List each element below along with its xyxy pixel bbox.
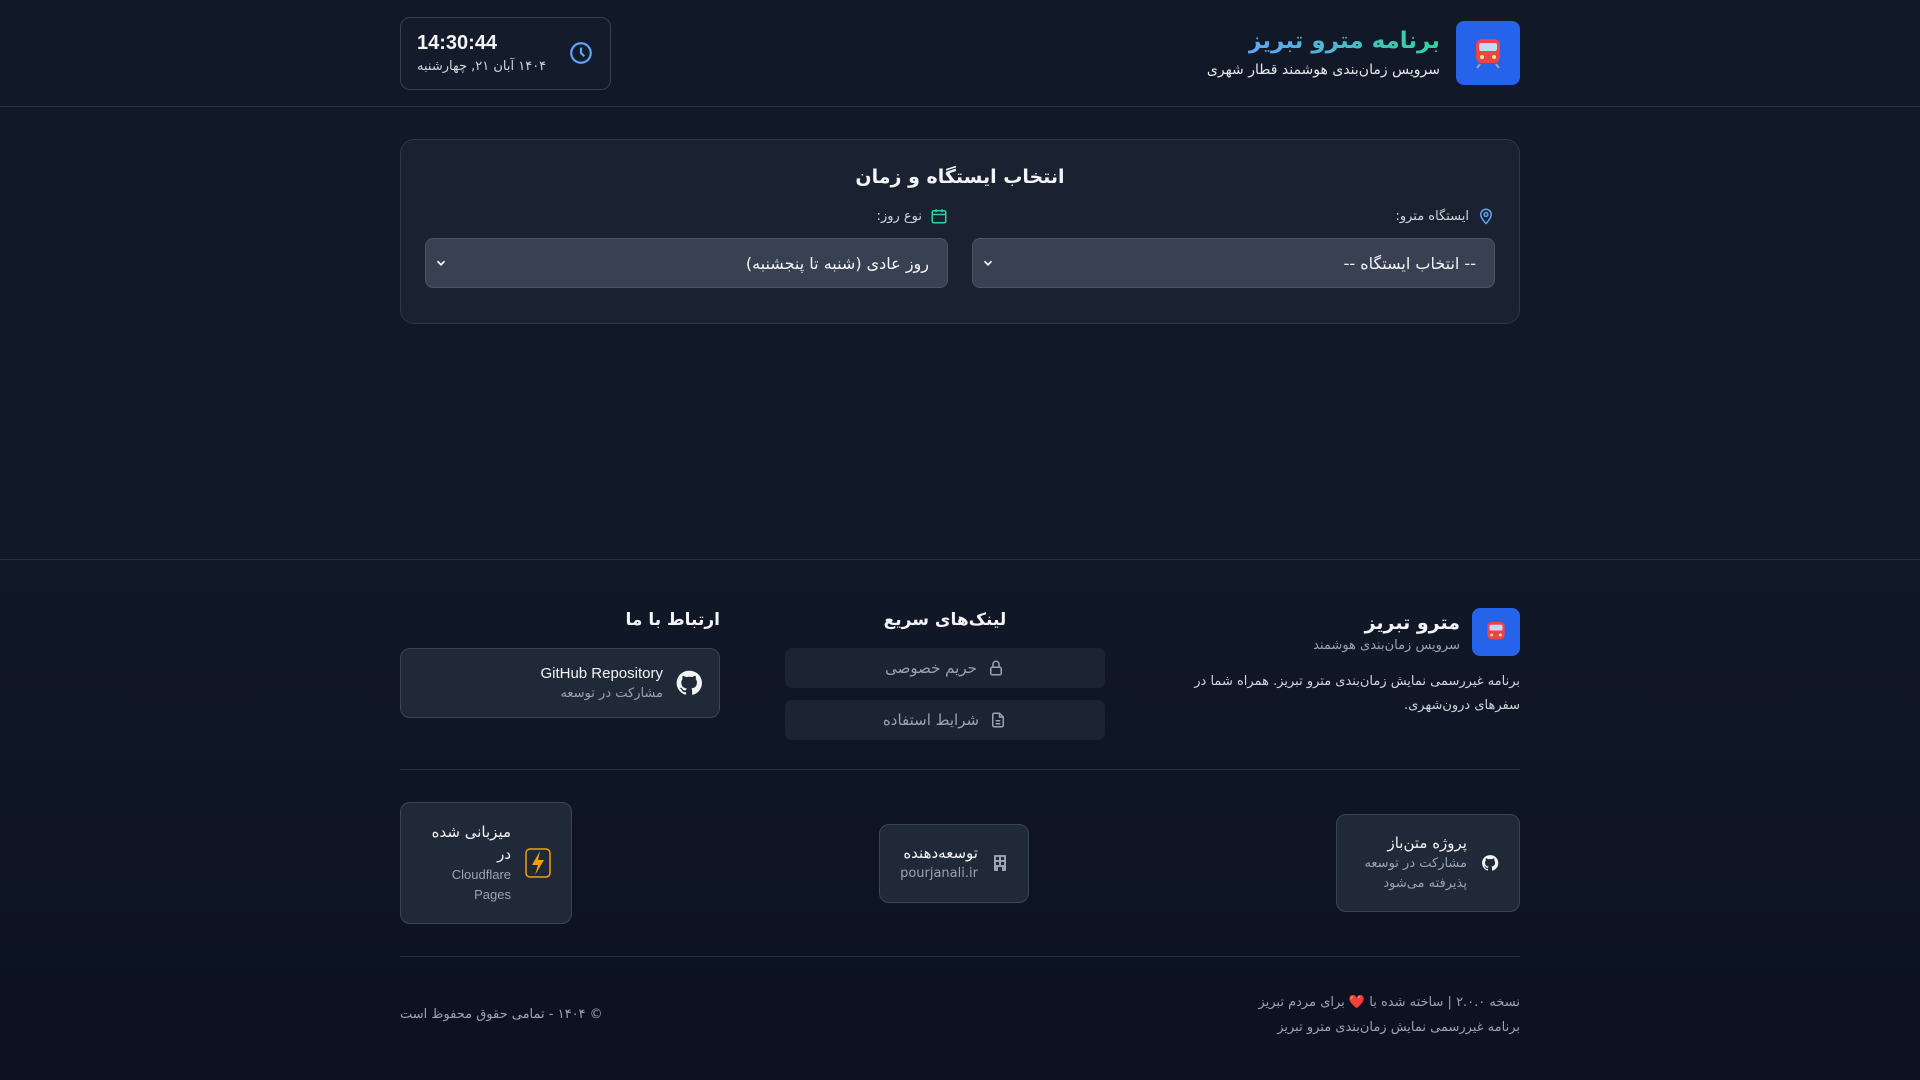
hosting-provider: Cloudflare Pages [451,867,512,902]
footer-quick-links: لینک‌های سریع حریم خصوصی شر [785,608,1105,769]
hosting-title: میزبانی شده در [431,823,512,863]
hosting-badge[interactable]: میزبانی شده در Cloudflare Pages [400,802,573,924]
clock-icon [568,40,594,66]
disclaimer-text: برنامه غیررسمی نمایش زمان‌بندی مترو تبری… [1277,1019,1520,1035]
developer-badge[interactable]: توسعه‌دهنده pourjanali.ir [879,823,1029,903]
day-type-select-value: روز عادی (شنبه تا پنجشنبه) [745,253,929,273]
clock-widget: 14:30:44 ۱۴۰۴ آبان ۲۱, چهارشنبه [400,16,611,90]
github-subtitle: مشارکت در توسعه [560,686,663,701]
footer-contact: ارتباط با ما GitHub Repository مشارکت در… [400,608,720,769]
app-subtitle: سرویس زمان‌بندی هوشمند قطار شهری [1206,62,1440,78]
version-info: نسخه ۲.۰.۰ | ساخته شده با ❤️ برای مردم ت… [1258,995,1520,1035]
main-content: انتخاب ایستگاه و زمان ایستگاه مترو: -- ا… [0,107,1920,560]
open-source-title: پروژه متن‌باز [1387,834,1467,852]
developer-title: توسعه‌دهنده [903,844,978,862]
day-type-select[interactable]: روز عادی (شنبه تا پنجشنبه) [425,238,948,288]
copyright: © ۱۴۰۴ - تمامی حقوق محفوظ است [400,1007,603,1022]
app-footer: مترو تبریز سرویس زمان‌بندی هوشمند برنامه… [0,560,1920,1080]
open-source-subtitle: مشارکت در توسعه پذیرفته می‌شود [1364,856,1467,891]
station-selector-card: انتخاب ایستگاه و زمان ایستگاه مترو: -- ا… [400,139,1520,324]
github-icon [1481,854,1499,872]
day-type-field: نوع روز: روز عادی (شنبه تا پنجشنبه) [425,206,948,288]
clock-date: ۱۴۰۴ آبان ۲۱, چهارشنبه [417,59,547,74]
chevron-down-icon [981,256,995,270]
github-repository-link[interactable]: GitHub Repository مشارکت در توسعه [400,648,720,718]
heart-icon: ❤️ [1348,994,1366,1010]
station-field: ایستگاه مترو: -- انتخاب ایستگاه -- [972,206,1495,288]
quick-links-title: لینک‌های سریع [883,610,1007,630]
github-icon [675,669,703,697]
day-type-label: نوع روز: [876,208,922,224]
app-title: برنامه مترو تبریز [1248,28,1440,54]
document-icon [989,711,1007,729]
station-label: ایستگاه مترو: [1395,208,1469,224]
version-suffix: برای مردم تبریز [1258,994,1345,1010]
lightning-icon [525,848,551,878]
train-icon [1472,608,1520,656]
calendar-icon [930,207,948,225]
privacy-link[interactable]: حریم خصوصی [785,648,1105,688]
selector-title: انتخاب ایستگاه و زمان [855,166,1065,188]
github-title: GitHub Repository [540,665,663,682]
footer-brand: مترو تبریز سرویس زمان‌بندی هوشمند برنامه… [1170,608,1520,769]
app-header: برنامه مترو تبریز سرویس زمان‌بندی هوشمند… [0,0,1920,107]
train-icon [1456,21,1520,85]
lock-icon [987,659,1005,677]
contact-title: ارتباط با ما [625,610,721,630]
station-select[interactable]: -- انتخاب ایستگاه -- [972,238,1495,288]
privacy-link-label: حریم خصوصی [885,659,977,677]
brand[interactable]: برنامه مترو تبریز سرویس زمان‌بندی هوشمند… [1207,21,1520,85]
terms-link[interactable]: شرایط استفاده [785,700,1105,740]
terms-link-label: شرایط استفاده [882,711,980,729]
clock-time: 14:30:44 [417,32,498,54]
version-text: نسخه ۲.۰.۰ | ساخته شده با [1369,994,1520,1010]
building-icon [992,854,1008,872]
map-pin-icon [1477,207,1495,225]
footer-brand-title: مترو تبریز [1364,611,1460,634]
footer-brand-subtitle: سرویس زمان‌بندی هوشمند [1313,637,1460,653]
open-source-badge[interactable]: پروژه متن‌باز مشارکت در توسعه پذیرفته می… [1336,814,1520,912]
station-select-value: -- انتخاب ایستگاه -- [1343,253,1476,273]
chevron-down-icon [434,256,448,270]
developer-link[interactable]: pourjanali.ir [900,864,978,884]
footer-brand-description: برنامه غیررسمی نمایش زمان‌بندی مترو تبری… [1194,674,1520,713]
